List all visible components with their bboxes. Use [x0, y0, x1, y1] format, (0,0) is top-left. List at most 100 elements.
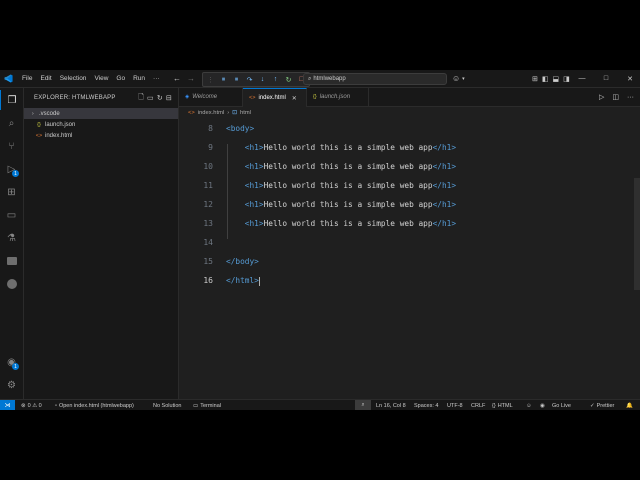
line-ending[interactable]: CRLF: [471, 400, 485, 410]
remote-icon[interactable]: ⋊: [0, 400, 15, 410]
run-debug-icon[interactable]: ▷ 1: [0, 159, 23, 179]
tab-launch-json[interactable]: {} launch.json: [307, 88, 369, 106]
customize-layout-icon[interactable]: ⊞: [532, 75, 538, 83]
remote-explorer-icon[interactable]: ▭: [0, 205, 23, 225]
open-file-item[interactable]: ▫ Open index.html (htmlwebapp): [55, 400, 134, 410]
copilot-icon[interactable]: ☺: [452, 74, 460, 83]
element-icon: ⊡: [232, 109, 237, 116]
indentation[interactable]: Spaces: 4: [414, 400, 438, 410]
tab-label: index.html: [258, 95, 286, 101]
code-line[interactable]: <h1>Hello world this is a simple web app…: [226, 200, 456, 209]
tree-item-launch-json[interactable]: {} launch.json: [24, 119, 178, 130]
accounts-icon[interactable]: ◉ 1: [0, 352, 23, 372]
html-file-icon: <>: [188, 109, 195, 116]
refresh-icon[interactable]: ↻: [157, 94, 163, 102]
debug-toolbar: ⋮ ⏸ ⏸ ↷ ↓ ↑ ↻ □: [202, 72, 310, 87]
run-file-icon[interactable]: ▷: [599, 93, 604, 101]
pause-icon[interactable]: ⏸: [218, 74, 229, 85]
step-into-icon[interactable]: ↓: [257, 74, 268, 85]
tree-item-label: .vscode: [39, 110, 60, 117]
code-line[interactable]: </body>: [226, 257, 259, 266]
menu-bar: File Edit Selection View Go Run ···: [18, 70, 164, 87]
cursor-position[interactable]: Ln 16, Col 8: [376, 400, 406, 410]
tree-item-label: launch.json: [45, 121, 76, 128]
code-line[interactable]: <h1>Hello world this is a simple web app…: [226, 181, 456, 190]
menu-run[interactable]: Run: [129, 75, 149, 82]
search-icon[interactable]: ⌕: [0, 113, 23, 133]
copilot-status-icon[interactable]: ☺: [526, 400, 532, 410]
new-file-icon[interactable]: 🗋: [138, 93, 144, 104]
split-editor-icon[interactable]: ◫: [612, 93, 619, 101]
menu-more[interactable]: ···: [149, 75, 164, 82]
new-folder-icon[interactable]: ▭: [147, 94, 154, 102]
toggle-panel-icon[interactable]: ⬓: [553, 75, 560, 83]
code-line[interactable]: <h1>Hello world this is a simple web app…: [226, 162, 456, 171]
extensions-icon[interactable]: ⊞: [0, 182, 23, 202]
back-arrow-icon[interactable]: ←: [173, 74, 181, 83]
breadcrumb-file[interactable]: index.html: [198, 110, 224, 116]
menu-selection[interactable]: Selection: [56, 75, 91, 82]
line-number: 13: [203, 219, 213, 228]
pause-icon[interactable]: ⏸: [231, 74, 242, 85]
command-center-search[interactable]: ⌕ htmlwebapp: [303, 73, 447, 85]
code-open: </body>: [226, 257, 259, 266]
tree-item-index-html[interactable]: <> index.html: [24, 130, 178, 141]
drag-handle-icon[interactable]: ⋮: [205, 74, 216, 85]
menu-view[interactable]: View: [90, 75, 112, 82]
code-line[interactable]: <h1>Hello world this is a simple web app…: [226, 219, 456, 228]
code-open: <h1>: [244, 219, 264, 228]
prettier-item[interactable]: ✓ Prettier: [590, 400, 614, 410]
collapse-all-icon[interactable]: ⊟: [166, 94, 172, 102]
toggle-secondary-sidebar-icon[interactable]: ◨: [563, 75, 570, 83]
source-control-icon[interactable]: ⑂: [0, 136, 23, 156]
code-line[interactable]: <h1>Hello world this is a simple web app…: [226, 143, 456, 152]
zoom-icon[interactable]: ⌕: [355, 400, 371, 410]
tab-label: Welcome: [192, 94, 218, 100]
problems-indicator[interactable]: ⊗ 0 ⚠ 0: [21, 400, 42, 410]
terminal-item[interactable]: ▭ Terminal: [193, 400, 221, 410]
database-icon[interactable]: [0, 274, 23, 294]
code-editor[interactable]: 8 <body> 9 <h1>Hello world this is a simpl…: [179, 119, 640, 399]
restart-icon[interactable]: ↻: [283, 74, 294, 85]
code-open: <h1>: [244, 162, 264, 171]
forward-arrow-icon[interactable]: →: [187, 74, 195, 83]
explorer-icon[interactable]: ❐: [0, 90, 23, 110]
solution-item[interactable]: No Solution: [153, 400, 181, 410]
step-over-icon[interactable]: ↷: [244, 74, 255, 85]
minimize-icon[interactable]: —: [570, 70, 594, 87]
open-file-label: Open index.html (htmlwebapp): [58, 402, 134, 409]
sidebar-header: EXPLORER: HTMLWEBAPP 🗋 ▭ ↻ ⊟: [24, 88, 178, 108]
step-out-icon[interactable]: ↑: [270, 74, 281, 85]
tree-item-vscode-folder[interactable]: › .vscode: [24, 108, 178, 119]
tab-index-html[interactable]: <> index.html ✕: [243, 88, 307, 107]
maximize-icon[interactable]: □: [594, 70, 618, 87]
testing-icon[interactable]: ⚗: [0, 228, 23, 248]
chevron-down-icon[interactable]: ▾: [462, 76, 465, 82]
code-line[interactable]: <body>: [226, 124, 254, 133]
code-line[interactable]: </html>: [226, 276, 260, 286]
menu-edit[interactable]: Edit: [36, 75, 55, 82]
toggle-sidebar-icon[interactable]: ◧: [542, 75, 549, 83]
encoding[interactable]: UTF-8: [447, 400, 463, 410]
vertical-scrollbar[interactable]: [634, 178, 640, 290]
menu-go[interactable]: Go: [112, 75, 129, 82]
vscode-window: File Edit Selection View Go Run ··· ← → …: [0, 70, 640, 410]
more-actions-icon[interactable]: ···: [627, 94, 634, 101]
go-live-button[interactable]: Go Live: [552, 400, 571, 410]
extension-pack-icon[interactable]: [0, 251, 23, 271]
language-mode[interactable]: {} HTML: [492, 400, 513, 410]
close-window-icon[interactable]: ✕: [618, 70, 640, 87]
notifications-bell-icon[interactable]: 🔔: [626, 400, 633, 410]
breadcrumb-element[interactable]: html: [240, 110, 251, 116]
code-close: </h1>: [432, 181, 457, 190]
line-number: 11: [203, 181, 213, 190]
settings-gear-icon[interactable]: ⚙: [0, 375, 23, 395]
close-icon[interactable]: ✕: [292, 95, 297, 102]
code-close: </h1>: [432, 219, 457, 228]
menu-file[interactable]: File: [18, 75, 36, 82]
solution-label: No Solution: [153, 402, 182, 409]
tab-welcome[interactable]: ◈ Welcome: [179, 88, 243, 106]
